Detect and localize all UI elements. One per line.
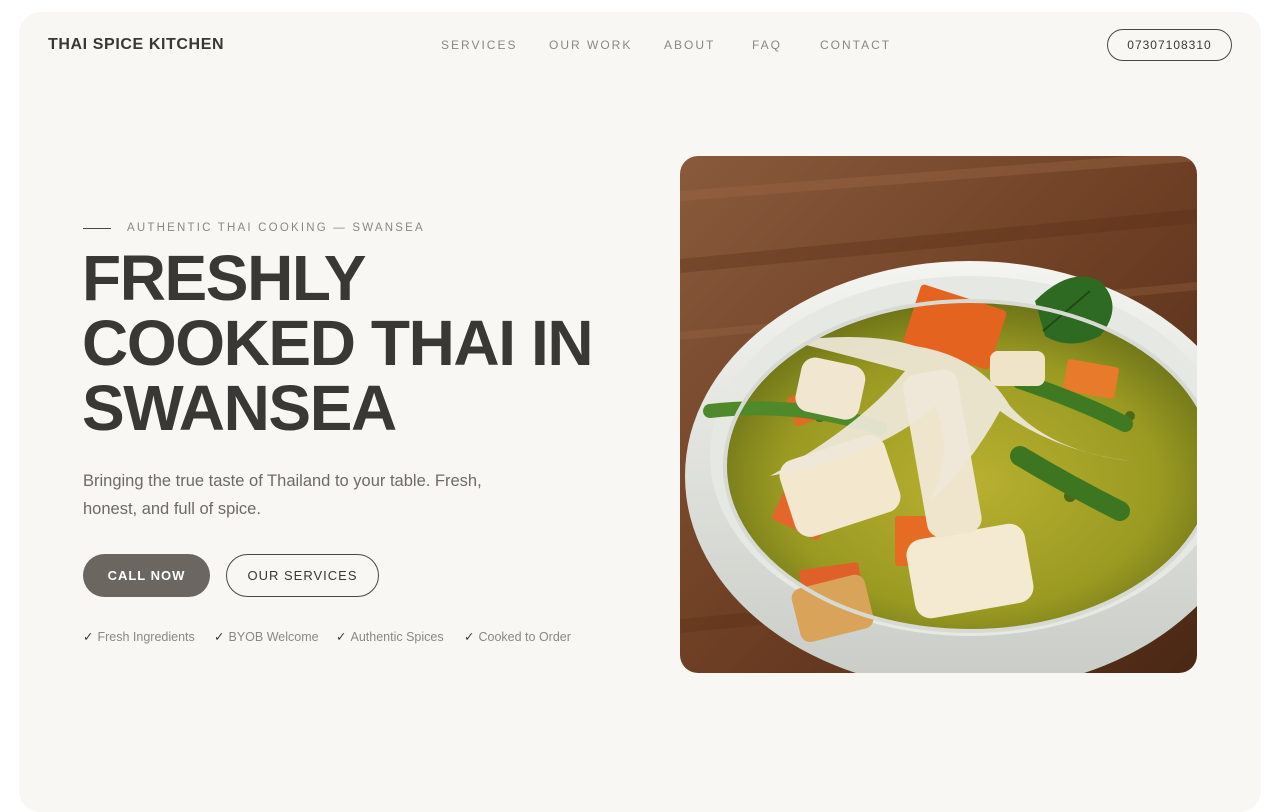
eyebrow-divider [83,227,111,229]
hero-eyebrow: AUTHENTIC THAI COOKING — SWANSEA [83,221,425,235]
check-icon: ✓ [83,630,94,644]
nav-services[interactable]: SERVICES [441,38,517,52]
check-icon: ✓ [336,630,347,644]
our-services-button[interactable]: OUR SERVICES [226,554,379,597]
check-icon: ✓ [464,630,475,644]
headline-line-1: FRESHLY [82,242,366,314]
nav-about[interactable]: ABOUT [664,38,715,52]
feature-item: ✓ Cooked to Order [464,630,571,644]
hero-subtitle: Bringing the true taste of Thailand to y… [83,472,482,518]
nav-our-work[interactable]: OUR WORK [549,38,632,52]
headline-line-2: COOKED THAI IN [82,307,594,379]
feature-item: ✓ Authentic Spices [336,630,444,644]
nav-contact[interactable]: CONTACT [820,38,891,52]
nav-faq[interactable]: FAQ [752,38,782,52]
call-now-button[interactable]: CALL NOW [83,554,210,597]
check-icon: ✓ [214,630,225,644]
phone-button[interactable]: 07307108310 [1107,29,1232,61]
hero-headline: FRESHLY COOKED THAI IN SWANSEA [82,246,642,441]
eyebrow-text: AUTHENTIC THAI COOKING — SWANSEA [127,222,425,234]
feature-item: ✓ Fresh Ingredients [83,630,195,644]
feature-item: ✓ BYOB Welcome [214,630,319,644]
headline-line-3: SWANSEA [82,372,397,444]
main-nav: SERVICES OUR WORK ABOUT FAQ CONTACT [0,38,1280,54]
thai-soup-bowl-photo [680,156,1197,673]
